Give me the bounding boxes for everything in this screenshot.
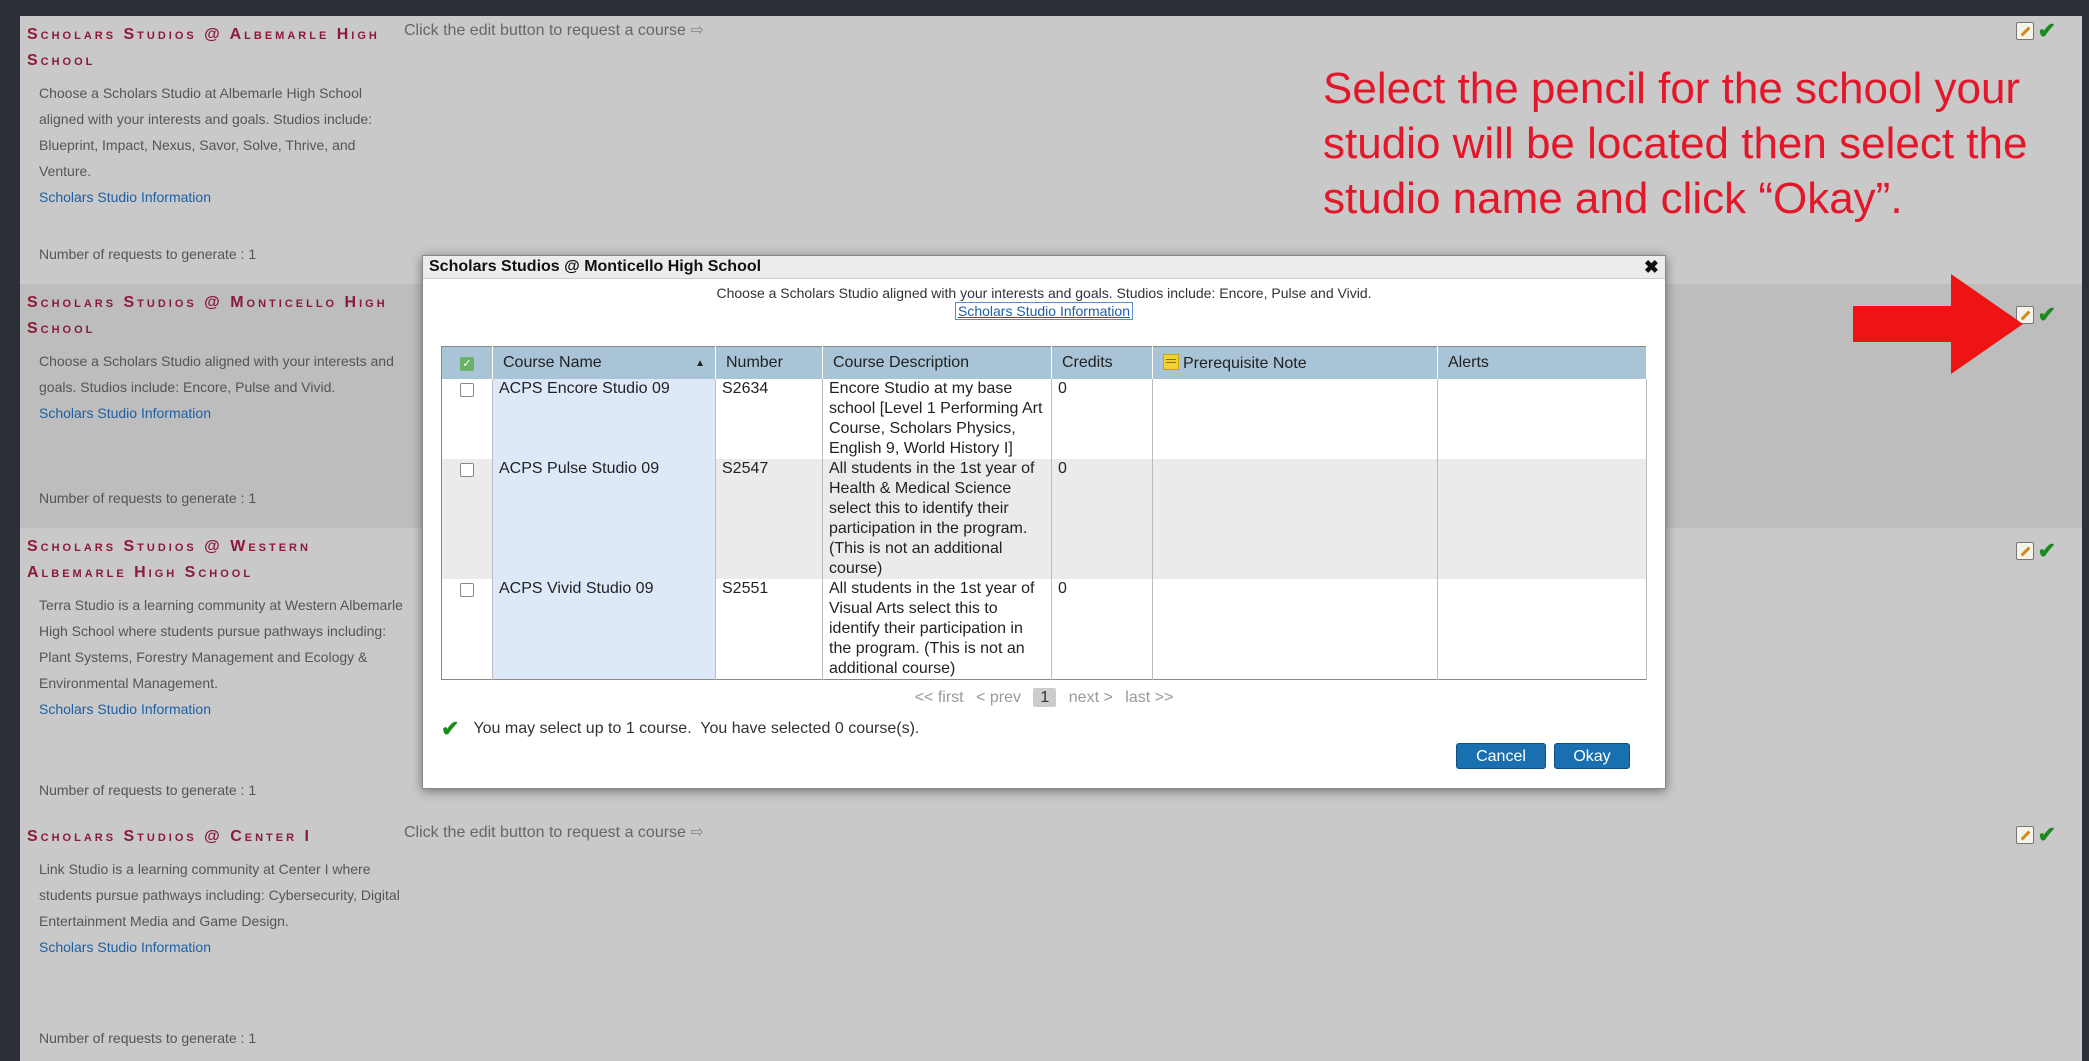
course-prereq bbox=[1152, 379, 1438, 459]
course-description: All students in the 1st year of Visual A… bbox=[822, 579, 1052, 680]
edit-message-text: Click the edit button to request a cours… bbox=[404, 824, 686, 841]
course-credits: 0 bbox=[1051, 459, 1153, 579]
course-select-dialog: Scholars Studios @ Monticello High Schoo… bbox=[422, 255, 1666, 789]
dialog-intro: Choose a Scholars Studio aligned with yo… bbox=[423, 285, 1665, 320]
table-row[interactable]: ACPS Vivid Studio 09 S2551 All students … bbox=[441, 579, 1647, 680]
scholars-studio-info-link[interactable]: Scholars Studio Information bbox=[27, 934, 407, 960]
requests-count: Number of requests to generate : 1 bbox=[39, 490, 257, 506]
scholars-studio-info-link[interactable]: Scholars Studio Information bbox=[27, 696, 407, 722]
section-description: Choose a Scholars Studio aligned with yo… bbox=[39, 353, 394, 395]
okay-button[interactable]: Okay bbox=[1554, 743, 1630, 769]
column-prerequisite[interactable]: Prerequisite Note bbox=[1152, 346, 1438, 379]
course-name: ACPS Encore Studio 09 bbox=[492, 379, 716, 459]
column-alerts[interactable]: Alerts bbox=[1437, 346, 1647, 379]
row-actions: ✔ bbox=[2015, 538, 2056, 563]
checkmark-icon: ✔ bbox=[2037, 538, 2056, 563]
course-credits: 0 bbox=[1051, 579, 1153, 680]
row-checkbox[interactable] bbox=[460, 583, 474, 597]
scholars-studio-info-link[interactable]: Scholars Studio Information bbox=[27, 400, 407, 426]
select-all-header[interactable]: ✓ bbox=[441, 346, 493, 379]
course-name: ACPS Vivid Studio 09 bbox=[492, 579, 716, 680]
red-arrow-icon bbox=[1853, 274, 2023, 374]
edit-message: Click the edit button to request a cours… bbox=[404, 822, 704, 842]
instruction-annotation: Select the pencil for the school your st… bbox=[1323, 64, 2028, 223]
select-all-checkbox-icon[interactable]: ✓ bbox=[460, 357, 474, 371]
pencil-edit-icon[interactable] bbox=[2015, 542, 2034, 560]
checkmark-icon: ✔ bbox=[2037, 18, 2056, 43]
selection-status-text: You may select up to 1 course. You have … bbox=[473, 720, 920, 737]
section-title: Scholars Studios @ Albemarle High School bbox=[27, 26, 380, 69]
arrow-right-icon: ⇨ bbox=[690, 22, 704, 39]
course-credits: 0 bbox=[1051, 379, 1153, 459]
course-number: S2547 bbox=[715, 459, 823, 579]
pager-prev[interactable]: < prev bbox=[976, 689, 1021, 706]
section-title: Scholars Studios @ Monticello High Schoo… bbox=[27, 294, 388, 337]
section-description: Choose a Scholars Studio at Albemarle Hi… bbox=[39, 85, 373, 179]
section-description: Terra Studio is a learning community at … bbox=[39, 597, 403, 691]
dialog-header: Scholars Studios @ Monticello High Schoo… bbox=[423, 256, 1665, 279]
section-description: Link Studio is a learning community at C… bbox=[39, 861, 400, 929]
course-name: ACPS Pulse Studio 09 bbox=[492, 459, 716, 579]
dialog-intro-text: Choose a Scholars Studio aligned with yo… bbox=[716, 285, 1372, 301]
pager-last[interactable]: last >> bbox=[1125, 689, 1173, 706]
row-actions: ✔ bbox=[2015, 822, 2056, 847]
row-checkbox[interactable] bbox=[460, 463, 474, 477]
requests-count: Number of requests to generate : 1 bbox=[39, 1030, 257, 1046]
pager-current[interactable]: 1 bbox=[1033, 688, 1057, 707]
course-description: Encore Studio at my base school [Level 1… bbox=[822, 379, 1052, 459]
checkmark-icon: ✔ bbox=[441, 716, 460, 741]
scholars-studio-info-link[interactable]: Scholars Studio Information bbox=[955, 302, 1133, 320]
row-actions: ✔ bbox=[2015, 18, 2056, 43]
edit-message-text: Click the edit button to request a cours… bbox=[404, 22, 686, 39]
sort-ascending-icon[interactable]: ▲ bbox=[695, 358, 705, 369]
course-prereq bbox=[1152, 459, 1438, 579]
table-row[interactable]: ACPS Encore Studio 09 S2634 Encore Studi… bbox=[441, 379, 1647, 459]
course-alerts bbox=[1437, 379, 1647, 459]
pencil-edit-icon[interactable] bbox=[2015, 826, 2034, 844]
section-title: Scholars Studios @ Western Albemarle Hig… bbox=[27, 538, 311, 581]
course-prereq bbox=[1152, 579, 1438, 680]
requests-count: Number of requests to generate : 1 bbox=[39, 246, 257, 262]
column-description[interactable]: Course Description bbox=[822, 346, 1052, 379]
course-alerts bbox=[1437, 579, 1647, 680]
pagination: << first < prev 1 next > last >> bbox=[423, 688, 1665, 707]
column-course-name[interactable]: Course Name ▲ bbox=[492, 346, 716, 379]
pencil-edit-icon[interactable] bbox=[2015, 22, 2034, 40]
section-center-i: Scholars Studios @ Center I Link Studio … bbox=[20, 818, 2082, 1061]
close-icon[interactable]: ✖ bbox=[1644, 256, 1659, 278]
pager-first[interactable]: << first bbox=[915, 689, 964, 706]
column-credits[interactable]: Credits bbox=[1051, 346, 1153, 379]
section-title: Scholars Studios @ Center I bbox=[27, 828, 312, 845]
row-checkbox[interactable] bbox=[460, 383, 474, 397]
requests-count: Number of requests to generate : 1 bbox=[39, 782, 257, 798]
edit-message: Click the edit button to request a cours… bbox=[404, 20, 704, 40]
column-course-name-label: Course Name bbox=[503, 354, 602, 371]
dialog-title: Scholars Studios @ Monticello High Schoo… bbox=[429, 258, 762, 275]
course-alerts bbox=[1437, 459, 1647, 579]
course-number: S2551 bbox=[715, 579, 823, 680]
checkmark-icon: ✔ bbox=[2037, 822, 2056, 847]
selection-status: ✔ You may select up to 1 course. You hav… bbox=[441, 716, 920, 741]
checkmark-icon: ✔ bbox=[2037, 302, 2056, 327]
course-description: All students in the 1st year of Health &… bbox=[822, 459, 1052, 579]
table-row[interactable]: ACPS Pulse Studio 09 S2547 All students … bbox=[441, 459, 1647, 579]
cancel-button[interactable]: Cancel bbox=[1456, 743, 1546, 769]
arrow-right-icon: ⇨ bbox=[690, 824, 704, 841]
scholars-studio-info-link[interactable]: Scholars Studio Information bbox=[27, 184, 407, 210]
column-number[interactable]: Number bbox=[715, 346, 823, 379]
column-prerequisite-label: Prerequisite Note bbox=[1183, 354, 1307, 372]
course-number: S2634 bbox=[715, 379, 823, 459]
note-icon bbox=[1163, 353, 1179, 370]
course-request-page: Scholars Studios @ Albemarle High School… bbox=[20, 16, 2082, 1061]
course-table: ✓ Course Name ▲ Number Course Description… bbox=[441, 346, 1647, 680]
pager-next[interactable]: next > bbox=[1069, 689, 1113, 706]
